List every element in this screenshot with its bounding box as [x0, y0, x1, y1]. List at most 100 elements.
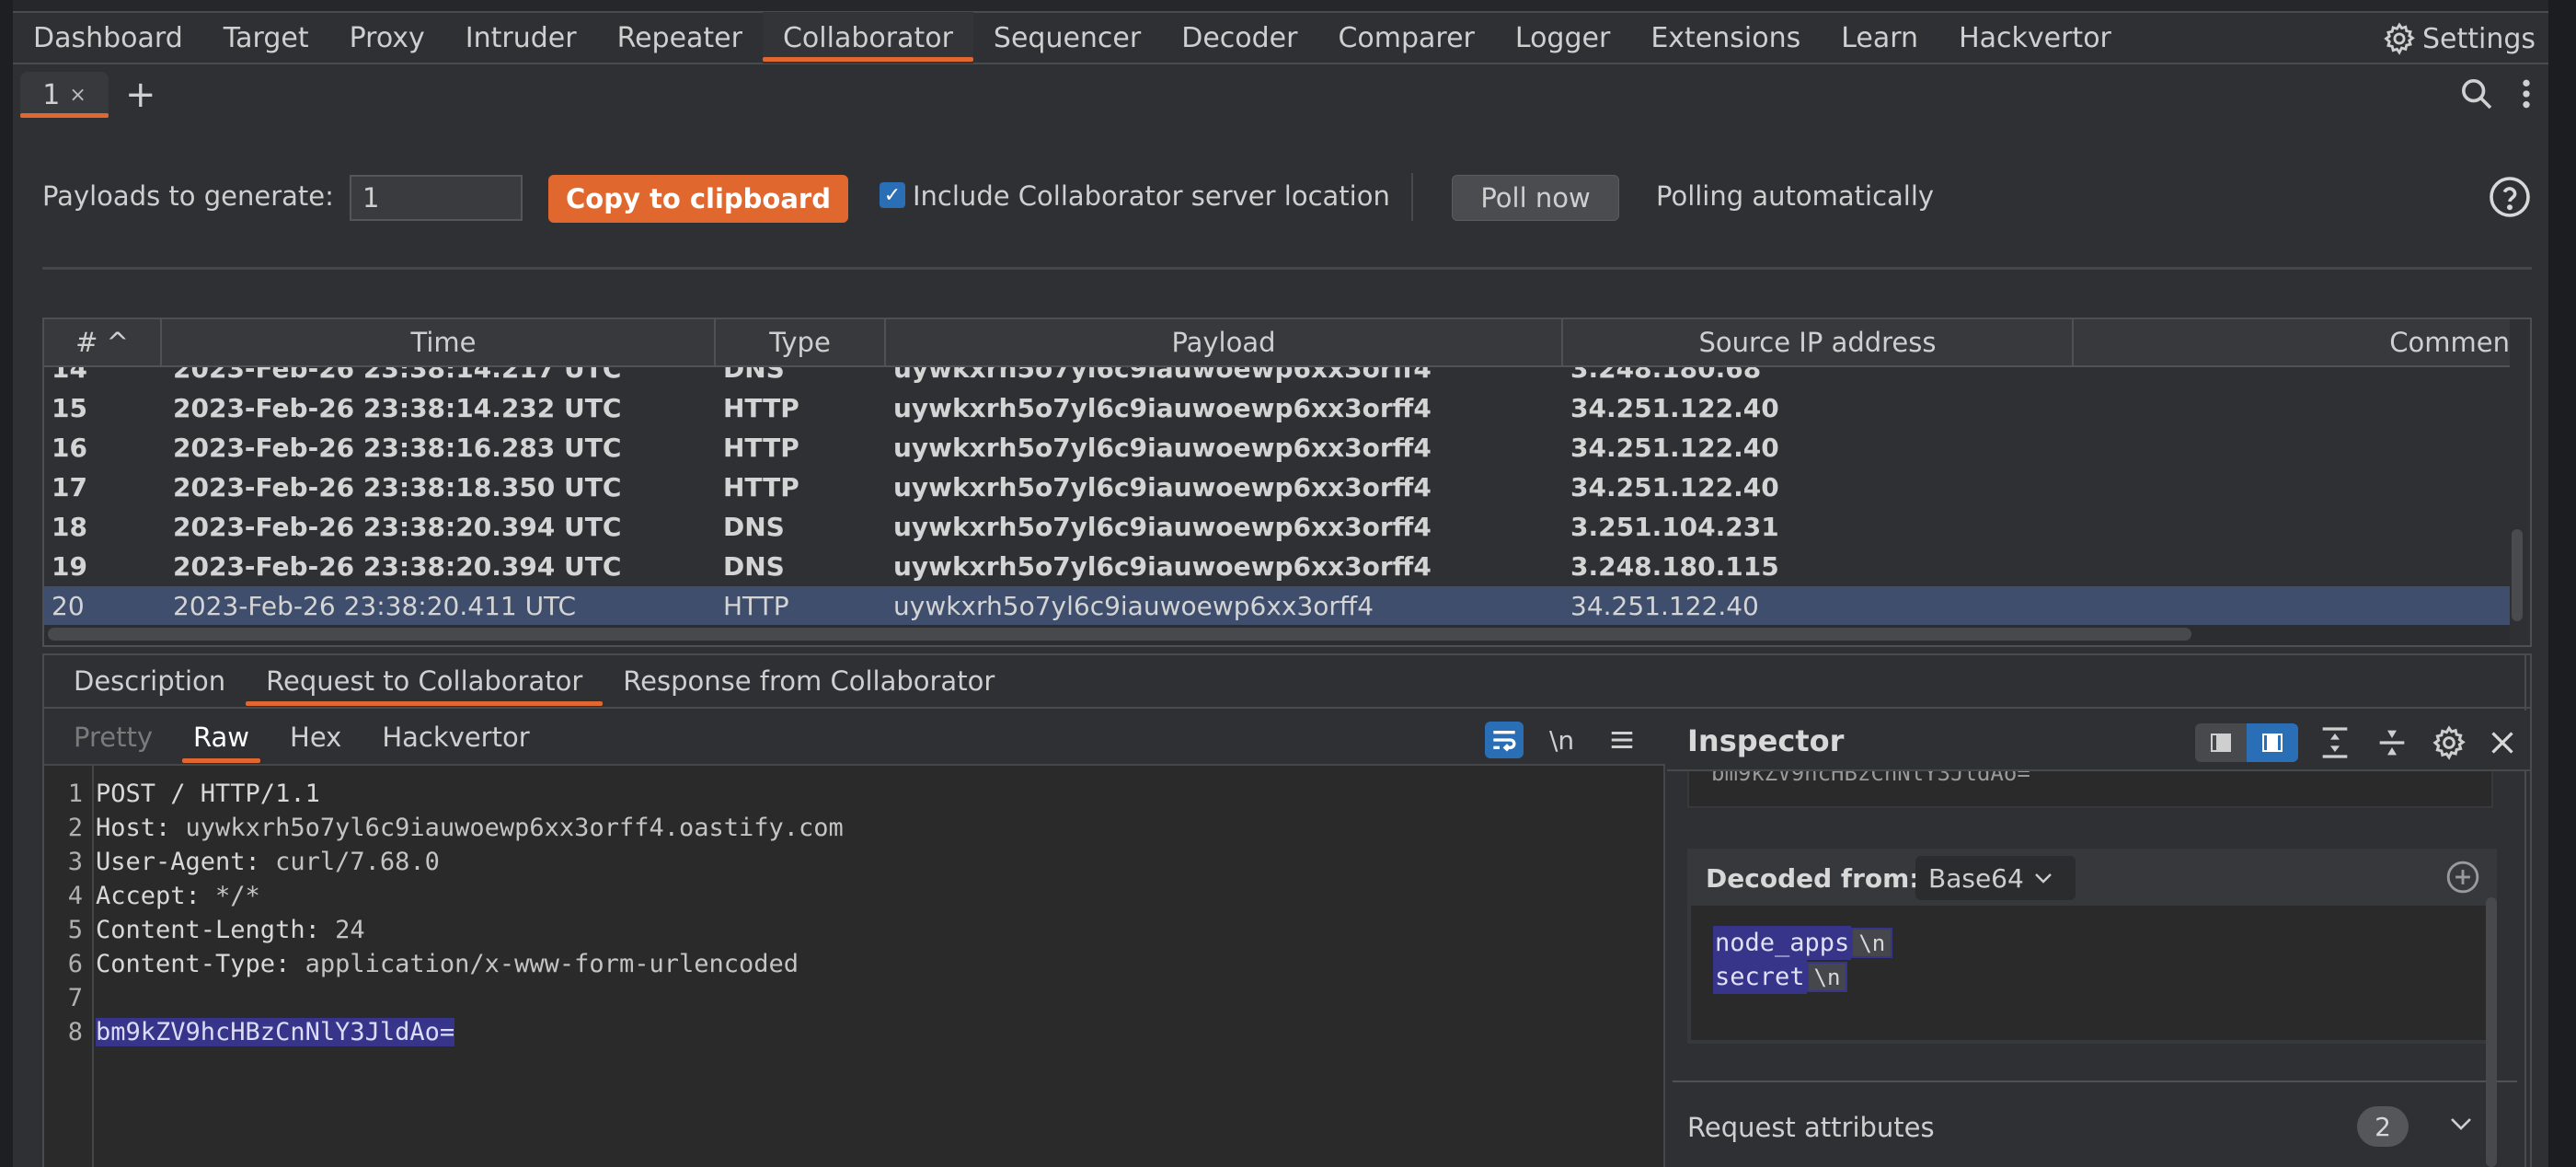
payloads-count-input[interactable] [350, 175, 523, 221]
tab-learn[interactable]: Learn [1821, 12, 1938, 64]
plus-circle-icon [2446, 861, 2479, 894]
selected-body-text[interactable]: bm9kZV9hcHBzCnNlY3JldAo= [96, 1018, 455, 1046]
table-row[interactable]: 18 2023-Feb-26 23:38:20.394 UTC DNS uywkxrh… [44, 507, 2510, 547]
cell-time: 2023-Feb-26 23:38:16.283 UTC [173, 433, 622, 463]
table-horizontal-scrollbar[interactable] [48, 628, 2191, 641]
inspector-close-button[interactable] [2486, 723, 2523, 762]
collapse-all-button[interactable] [2374, 723, 2410, 762]
header-value: application/x-www-form-urlencoded [305, 950, 799, 978]
code-line: 1 POST / HTTP/1.1 [44, 777, 1665, 811]
expand-all-button[interactable] [2317, 723, 2353, 762]
editor-menu-button[interactable] [1608, 723, 1636, 757]
cell-payload: uywkxrh5o7yl6c9iauwoewp6xx3orff4 [893, 591, 1374, 621]
settings-button[interactable]: Settings [2382, 13, 2536, 64]
help-icon [2490, 177, 2530, 217]
header-value: 24 [335, 916, 365, 944]
line-number: 7 [67, 984, 83, 1012]
add-decoding-button[interactable] [2445, 860, 2480, 895]
line-content: Content-Type: application/x-www-form-url… [86, 950, 799, 978]
interaction-detail-panel: Description Request to Collaborator Resp… [42, 653, 2532, 1167]
include-server-location-checkbox[interactable]: ✓ [880, 182, 905, 208]
tab-extensions[interactable]: Extensions [1630, 12, 1821, 64]
close-icon[interactable]: × [69, 84, 86, 107]
column-header-type[interactable]: Type [716, 319, 886, 365]
include-server-location-label[interactable]: Include Collaborator server location [913, 180, 1390, 212]
line-number: 6 [67, 950, 83, 978]
code-line: 7 [44, 981, 1665, 1015]
tab-raw[interactable]: Raw [173, 710, 270, 765]
tab-collaborator[interactable]: Collaborator [762, 12, 973, 64]
tab-target[interactable]: Target [203, 12, 329, 64]
tab-intruder[interactable]: Intruder [445, 12, 597, 64]
cell-number: 15 [52, 393, 87, 423]
table-row[interactable]: 16 2023-Feb-26 23:38:16.283 UTC HTTP uywkxr… [44, 428, 2510, 468]
table-row[interactable]: 19 2023-Feb-26 23:38:20.394 UTC DNS uywkxrh… [44, 547, 2510, 586]
table-vertical-scrollbar[interactable] [2512, 529, 2523, 621]
window-right-edge [2548, 0, 2576, 1167]
cell-source-ip: 34.251.122.40 [1570, 591, 1759, 621]
column-header-time[interactable]: Time [162, 319, 716, 365]
tab-hackvertor[interactable]: Hackvertor [1938, 12, 2132, 64]
table-row[interactable]: 14 2023-Feb-26 23:38:14.217 UTC DNS uywkxrh… [44, 367, 2510, 388]
tab-comparer[interactable]: Comparer [1317, 12, 1494, 64]
line-content: bm9kZV9hcHBzCnNlY3JldAo= [86, 1018, 455, 1046]
request-code[interactable]: 1 POST / HTTP/1.1 2 Host: uywkxrh5o7yl6c9ia… [44, 777, 1665, 1049]
tab-dashboard[interactable]: Dashboard [13, 12, 203, 64]
cell-payload: uywkxrh5o7yl6c9iauwoewp6xx3orff4 [893, 393, 1432, 423]
inspector-settings-button[interactable] [2431, 723, 2467, 762]
poll-now-button[interactable]: Poll now [1452, 175, 1619, 221]
request-attributes-label: Request attributes [1687, 1112, 1935, 1143]
table-row[interactable]: 20 2023-Feb-26 23:38:20.411 UTC HTTP uywkxr… [44, 586, 2510, 626]
chevron-down-icon[interactable] [2447, 1114, 2475, 1136]
line-number: 4 [67, 882, 83, 910]
table-header: # ^ Time Type Payload Source IP address … [44, 319, 2510, 367]
window-left-edge [0, 0, 13, 1167]
code-line: 8 bm9kZV9hcHBzCnNlY3JldAo= [44, 1015, 1665, 1049]
tab-proxy[interactable]: Proxy [329, 12, 445, 64]
kebab-menu-icon [2523, 79, 2530, 109]
tab-pretty[interactable]: Pretty [53, 710, 173, 765]
cell-time: 2023-Feb-26 23:38:20.411 UTC [173, 591, 577, 621]
search-button[interactable] [2458, 75, 2495, 112]
decoding-format-dropdown[interactable]: Base64 [1915, 856, 2076, 900]
copy-to-clipboard-button[interactable]: Copy to clipboard [548, 175, 848, 223]
more-options-button[interactable] [2517, 75, 2536, 112]
layout-right-button[interactable] [2247, 723, 2298, 762]
tab-decoder[interactable]: Decoder [1161, 12, 1317, 64]
tab-request-to-collaborator[interactable]: Request to Collaborator [246, 654, 604, 708]
show-newlines-toggle[interactable]: \n [1549, 722, 1574, 758]
tab-response-from-collaborator[interactable]: Response from Collaborator [603, 654, 1015, 708]
column-header-payload[interactable]: Payload [886, 319, 1563, 365]
tab-sequencer[interactable]: Sequencer [973, 12, 1161, 64]
newline-icon: \n [1549, 724, 1575, 756]
request-editor: Pretty Raw Hex Hackvertor \n 1 POST / HT… [44, 711, 1665, 1167]
decoded-section: Decoded from: Base64 node_apps \n secret \n [1687, 849, 2497, 1044]
line-content: POST / HTTP/1.1 [86, 780, 320, 808]
cell-payload: uywkxrh5o7yl6c9iauwoewp6xx3orff4 [893, 512, 1432, 542]
cell-time: 2023-Feb-26 23:38:14.217 UTC [173, 367, 622, 384]
word-wrap-toggle[interactable] [1485, 722, 1524, 758]
tab-repeater[interactable]: Repeater [597, 12, 763, 64]
header-name: Content-Length: [96, 916, 336, 944]
decoded-text: secret [1713, 960, 1807, 994]
inspector-scrollbar[interactable] [2486, 897, 2497, 1167]
subtab-1[interactable]: 1 × [20, 72, 109, 118]
header-value: curl/7.68.0 [275, 848, 440, 876]
plus-icon: + [125, 74, 156, 116]
add-tab-button[interactable]: + [125, 72, 156, 118]
help-button[interactable] [2488, 175, 2532, 219]
table-row[interactable]: 15 2023-Feb-26 23:38:14.232 UTC HTTP uywkxr… [44, 388, 2510, 428]
table-row[interactable]: 17 2023-Feb-26 23:38:18.350 UTC HTTP uywkxr… [44, 468, 2510, 507]
tab-hackvertor-view[interactable]: Hackvertor [362, 710, 549, 765]
column-header-comment[interactable]: Commen [2074, 319, 2510, 365]
request-attributes-section[interactable]: Request attributes 2 [1687, 1103, 2497, 1154]
tab-description[interactable]: Description [53, 654, 246, 708]
layout-left-button[interactable] [2195, 723, 2247, 762]
column-header-source-ip[interactable]: Source IP address [1563, 319, 2074, 365]
code-line: 2 Host: uywkxrh5o7yl6c9iauwoewp6xx3orff4.… [44, 811, 1665, 845]
header-name: Accept: [96, 882, 216, 910]
column-header-number[interactable]: # ^ [44, 319, 162, 365]
tab-logger[interactable]: Logger [1495, 12, 1630, 64]
tab-hex[interactable]: Hex [270, 710, 362, 765]
decoded-value[interactable]: node_apps \n secret \n [1691, 906, 2493, 1040]
